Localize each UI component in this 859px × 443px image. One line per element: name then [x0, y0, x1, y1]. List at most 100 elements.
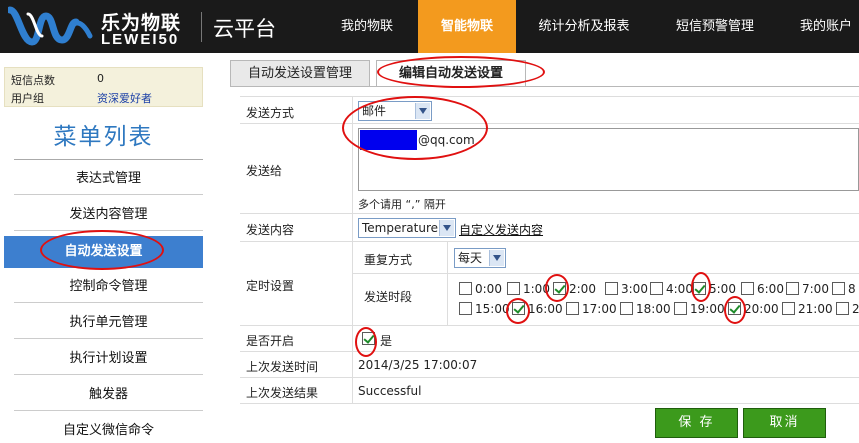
time-2200-label: 2: [852, 302, 859, 316]
brand-logo[interactable]: 乐为物联 LEWEI50: [0, 0, 205, 53]
sidebar-item-exec-units[interactable]: 执行单元管理: [14, 307, 203, 339]
time-1500-checkbox[interactable]: [459, 302, 472, 315]
sidebar-item-exec-plans[interactable]: 执行计划设置: [14, 343, 203, 375]
sidebar-item-control-commands[interactable]: 控制命令管理: [14, 271, 203, 303]
sms-points-value: 0: [97, 72, 104, 85]
time-0800-checkbox[interactable]: [832, 282, 845, 295]
time-1700-label: 17:00: [582, 302, 617, 316]
send-method-label: 发送方式: [246, 106, 295, 120]
sidebar-item-send-content[interactable]: 发送内容管理: [14, 199, 203, 231]
time-0200-checkbox[interactable]: [553, 282, 566, 295]
repeat-value: 每天: [458, 251, 483, 265]
time-1900-label: 19:00: [690, 302, 725, 316]
send-method-value: 邮件: [362, 104, 387, 118]
menu-title: 菜单列表: [53, 124, 154, 150]
enabled-label: 是否开启: [246, 334, 295, 348]
top-header: 乐为物联 LEWEI50 云平台 我的物联 智能物联 统计分析及报表 短信预警管…: [0, 0, 859, 53]
time-0100-label: 1:00: [523, 282, 550, 296]
time-0000-checkbox[interactable]: [459, 282, 472, 295]
nav-sms-alerts[interactable]: 短信预警管理: [660, 0, 770, 53]
nav-my-account[interactable]: 我的账户: [788, 0, 859, 53]
enabled-checkbox[interactable]: [362, 332, 375, 345]
time-1600-checkbox[interactable]: [512, 302, 525, 315]
row-last-send-result: 上次发送结果 Successful: [240, 378, 859, 404]
repeat-label: 重复方式: [364, 253, 413, 267]
time-0400-label: 4:00: [666, 282, 693, 296]
account-info-box: 短信点数 0 用户组 资深爱好者: [4, 67, 203, 107]
time-1700-checkbox[interactable]: [566, 302, 579, 315]
logo-wave-icon: [8, 6, 93, 46]
send-content-label: 发送内容: [246, 223, 295, 237]
row-send-to: 发送给 @qq.com 多个请用 “,” 隔开: [240, 124, 859, 214]
time-0700-checkbox[interactable]: [786, 282, 799, 295]
time-0000-label: 0:00: [475, 282, 502, 296]
last-send-result-label: 上次发送结果: [246, 386, 319, 400]
time-0200-label: 2:00: [569, 282, 596, 296]
save-button[interactable]: 保 存: [655, 408, 738, 438]
time-0100-checkbox[interactable]: [507, 282, 520, 295]
send-to-textarea[interactable]: @qq.com: [358, 128, 859, 191]
sidebar-item-wechat-commands[interactable]: 自定义微信命令: [14, 415, 203, 443]
time-slot-row: 发送时段 0:00 1:00 2:00 3:00 4:00 5:00 6:00 …: [352, 274, 859, 326]
sidebar-item-auto-send[interactable]: 自动发送设置: [4, 236, 203, 268]
time-0700-label: 7:00: [802, 282, 829, 296]
redacted-email-block: [360, 130, 417, 150]
sms-points-label: 短信点数: [11, 74, 55, 87]
time-1800-checkbox[interactable]: [620, 302, 633, 315]
time-slot-label: 发送时段: [364, 290, 413, 304]
row-enabled: 是否开启 是: [240, 326, 859, 352]
chevron-down-icon: [439, 220, 454, 236]
sidebar-item-triggers[interactable]: 触发器: [14, 379, 203, 411]
platform-label: 云平台: [213, 17, 276, 41]
nav-my-iot[interactable]: 我的物联: [325, 0, 409, 53]
send-method-select[interactable]: 邮件: [358, 101, 432, 121]
sidebar: 短信点数 0 用户组 资深爱好者 菜单列表 表达式管理 发送内容管理 自动发送设…: [0, 53, 213, 443]
custom-content-link[interactable]: 自定义发送内容: [459, 221, 543, 238]
time-2200-checkbox[interactable]: [836, 302, 849, 315]
chevron-down-icon: [489, 250, 504, 266]
schedule-label: 定时设置: [246, 279, 295, 293]
time-0500-checkbox[interactable]: [693, 282, 706, 295]
send-content-select[interactable]: Temperature: [358, 218, 456, 238]
time-2100-label: 21:00: [798, 302, 833, 316]
time-1500-label: 15:00: [475, 302, 510, 316]
tab-edit-auto-send[interactable]: 编辑自动发送设置: [376, 60, 526, 87]
send-to-hint: 多个请用 “,” 隔开: [358, 198, 446, 211]
time-2100-checkbox[interactable]: [782, 302, 795, 315]
repeat-row: 重复方式 每天: [352, 242, 859, 274]
time-0300-checkbox[interactable]: [605, 282, 618, 295]
time-1800-label: 18:00: [636, 302, 671, 316]
email-suffix: @qq.com: [418, 133, 475, 147]
row-send-content: 发送内容 Temperature 自定义发送内容: [240, 214, 859, 242]
row-last-send-time: 上次发送时间 2014/3/25 17:00:07: [240, 352, 859, 378]
cancel-button[interactable]: 取消: [743, 408, 826, 438]
nav-smart-iot[interactable]: 智能物联: [418, 0, 516, 53]
time-0600-label: 6:00: [757, 282, 784, 296]
tab-auto-send-manage[interactable]: 自动发送设置管理: [230, 60, 370, 86]
send-to-label: 发送给: [246, 164, 283, 178]
time-0500-label: 5:00: [709, 282, 736, 296]
sidebar-item-expression[interactable]: 表达式管理: [14, 163, 203, 195]
user-group-label: 用户组: [11, 92, 44, 105]
last-send-time-value: 2014/3/25 17:00:07: [358, 358, 478, 372]
logo-text-en: LEWEI50: [101, 31, 180, 48]
time-1600-label: 16:00: [528, 302, 563, 316]
tab-baseline: [230, 86, 859, 87]
last-send-time-label: 上次发送时间: [246, 360, 319, 374]
send-content-value: Temperature: [362, 221, 439, 235]
time-0600-checkbox[interactable]: [741, 282, 754, 295]
nav-statistics-reports[interactable]: 统计分析及报表: [524, 0, 644, 53]
enabled-option-label: 是: [380, 334, 393, 348]
time-0300-label: 3:00: [621, 282, 648, 296]
row-send-method: 发送方式 邮件: [240, 96, 859, 124]
time-2000-label: 20:00: [744, 302, 779, 316]
repeat-select[interactable]: 每天: [454, 248, 506, 268]
chevron-down-icon: [415, 103, 430, 119]
header-divider: [201, 12, 202, 42]
time-0400-checkbox[interactable]: [650, 282, 663, 295]
time-2000-checkbox[interactable]: [728, 302, 741, 315]
menu-divider: [14, 159, 203, 160]
time-1900-checkbox[interactable]: [674, 302, 687, 315]
user-group-value[interactable]: 资深爱好者: [97, 90, 152, 106]
time-0800-label: 8: [848, 282, 856, 296]
